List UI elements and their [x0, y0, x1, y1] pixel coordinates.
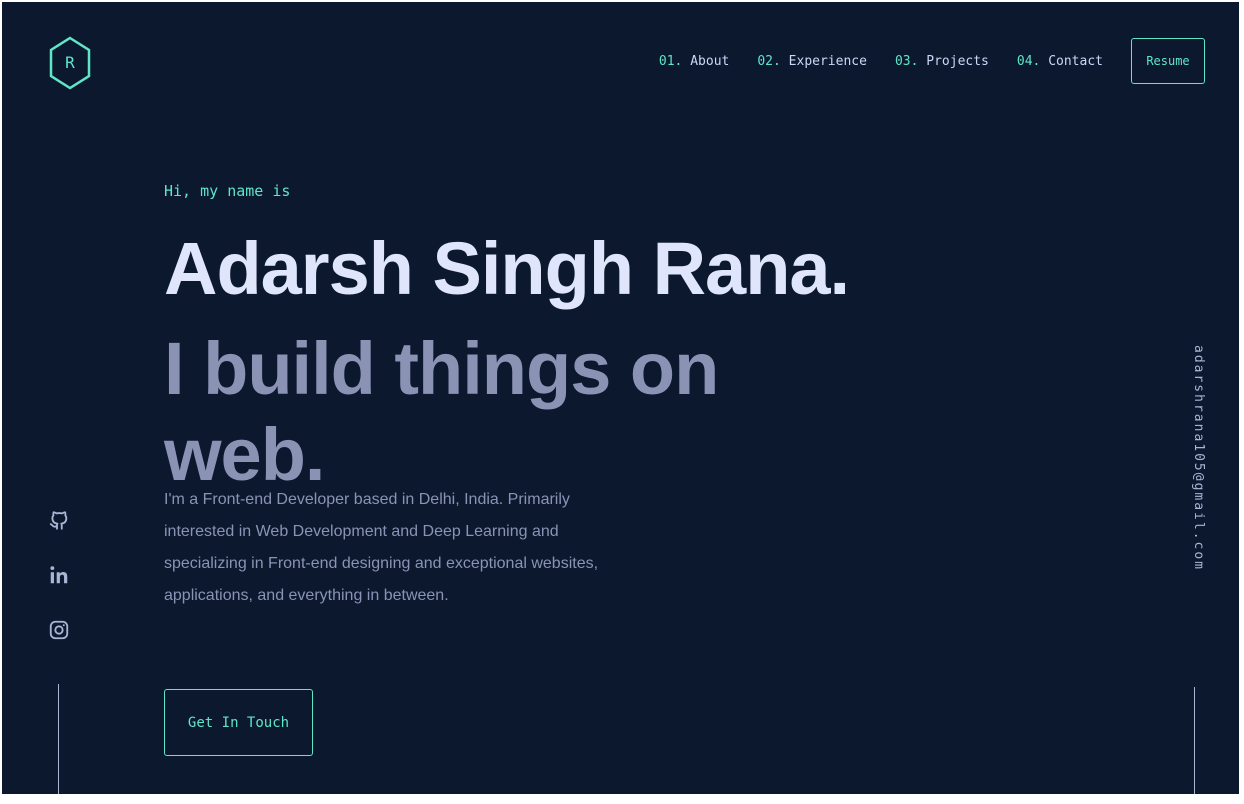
hero-bio: I'm a Front-end Developer based in Delhi…	[164, 491, 599, 604]
page: R 01. About 02. Experience 03. Projects …	[2, 2, 1239, 794]
social-links	[46, 507, 72, 672]
hero-tagline: I build things on web.	[164, 327, 719, 496]
top-nav: 01. About 02. Experience 03. Projects 04…	[659, 38, 1205, 84]
nav-label: About	[690, 53, 730, 69]
hero-name: Adarsh Singh Rana.	[164, 227, 850, 310]
nav-item-experience[interactable]: 02. Experience	[757, 54, 867, 69]
nav-number: 03.	[894, 53, 919, 69]
nav-item-projects[interactable]: 03. Projects	[895, 54, 989, 69]
nav-number: 02.	[757, 53, 781, 69]
nav-label: Contact	[1048, 53, 1103, 69]
github-icon[interactable]	[46, 507, 72, 533]
nav-label: Experience	[788, 53, 867, 69]
email-divider-line	[1194, 687, 1195, 794]
nav-number: 04.	[1016, 53, 1041, 69]
get-in-touch-button[interactable]: Get In Touch	[164, 689, 313, 756]
nav-item-contact[interactable]: 04. Contact	[1017, 54, 1103, 69]
hero-intro: Hi, my name is	[164, 182, 291, 200]
email-link[interactable]: adarshrana105@gmail.com	[1180, 345, 1206, 650]
instagram-icon[interactable]	[46, 617, 72, 643]
nav-item-about[interactable]: 01. About	[659, 54, 729, 69]
hero-section: Hi, my name is Adarsh Singh Rana. I buil…	[164, 182, 864, 498]
linkedin-icon[interactable]	[46, 562, 72, 588]
resume-button[interactable]: Resume	[1131, 38, 1205, 84]
social-divider-line	[58, 684, 59, 794]
logo[interactable]: R	[48, 36, 92, 90]
nav-label: Projects	[926, 53, 989, 69]
nav-number: 01.	[658, 53, 683, 69]
logo-letter: R	[65, 53, 75, 72]
